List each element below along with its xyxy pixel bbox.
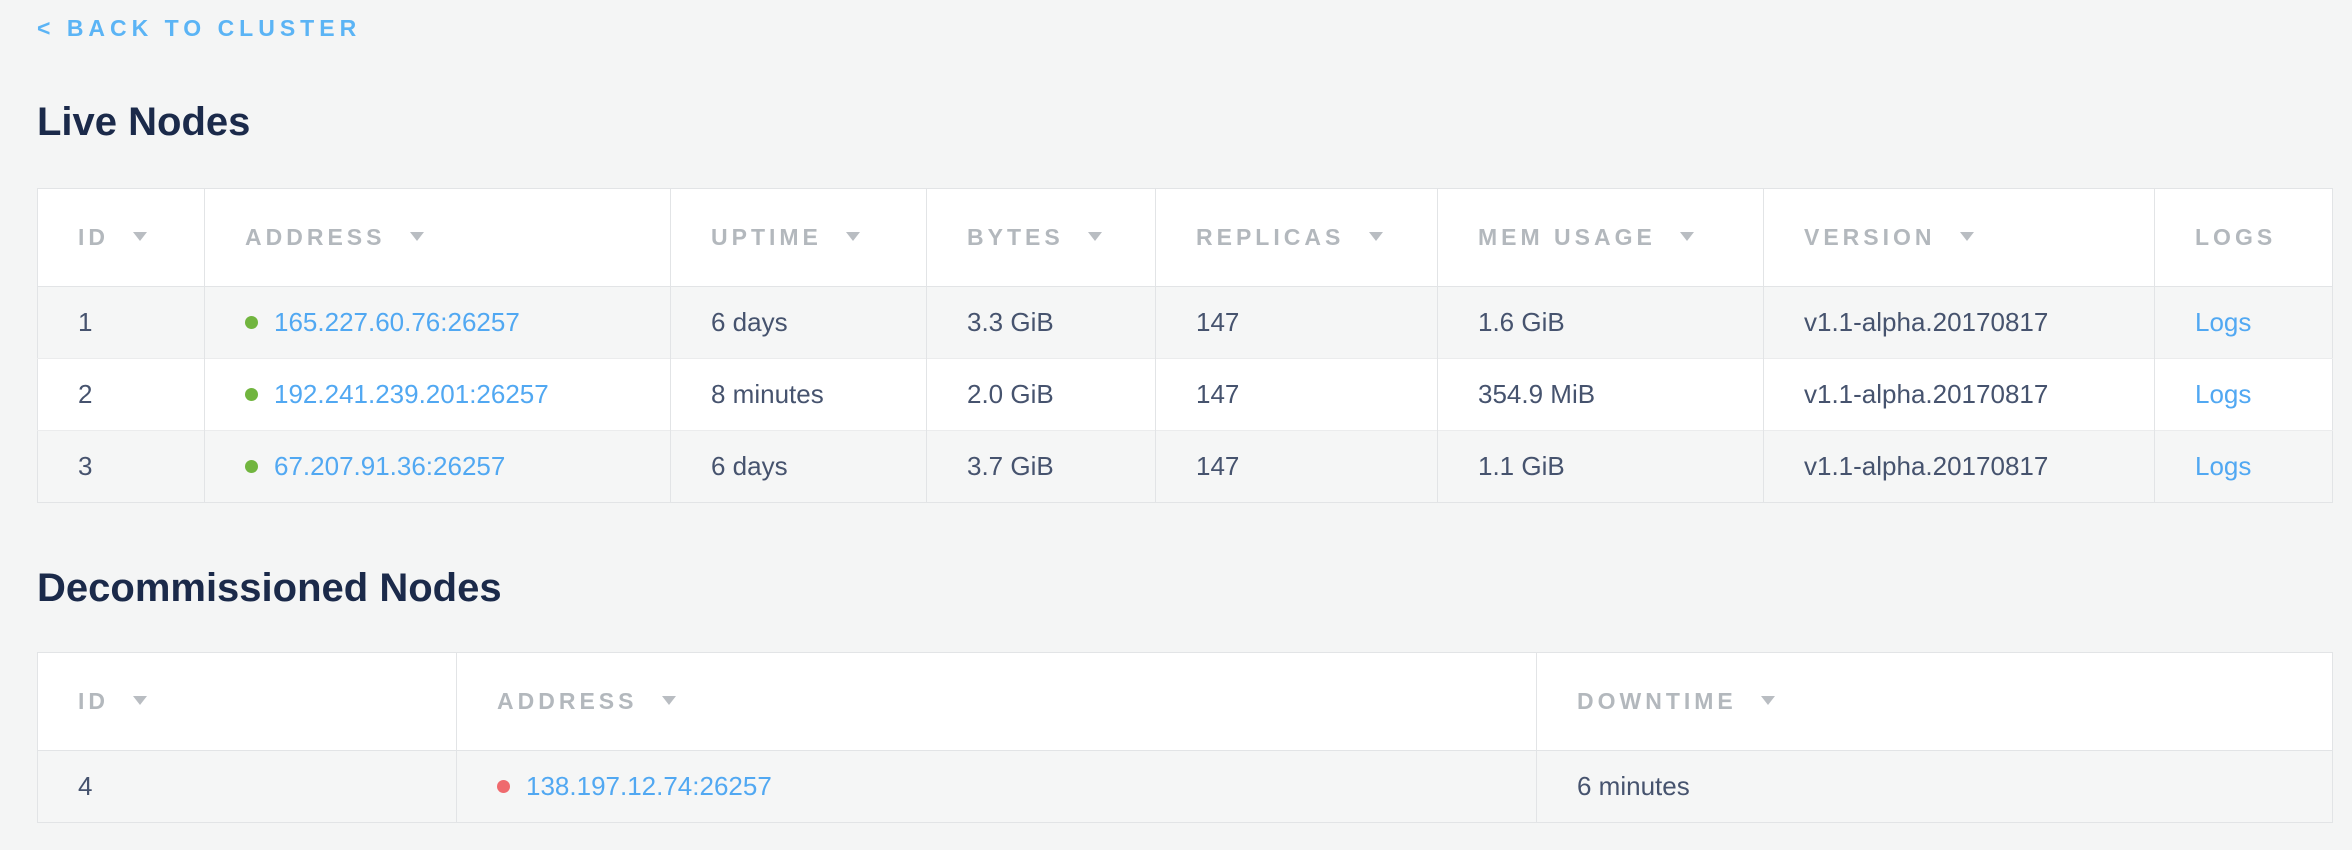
node-id-cell: 3 xyxy=(38,431,205,503)
column-header-id[interactable]: ID xyxy=(38,189,205,287)
live-status-icon xyxy=(245,388,258,401)
column-header-logs: LOGS xyxy=(2155,189,2333,287)
live-status-icon xyxy=(245,316,258,329)
column-header-label: ID xyxy=(78,688,109,714)
column-header-id[interactable]: ID xyxy=(38,653,457,751)
column-header-address[interactable]: ADDRESS xyxy=(205,189,671,287)
column-header-label: UPTIME xyxy=(711,224,822,250)
node-replicas-cell: 147 xyxy=(1156,359,1438,431)
node-version-cell: v1.1-alpha.20170817 xyxy=(1764,359,2155,431)
node-bytes-cell: 3.3 GiB xyxy=(927,287,1156,359)
nodes-page: < BACK TO CLUSTER Live Nodes ID ADDRESS … xyxy=(0,0,2352,823)
node-logs-cell: Logs xyxy=(2155,287,2333,359)
node-mem-usage-cell: 1.1 GiB xyxy=(1438,431,1764,503)
node-version-cell: v1.1-alpha.20170817 xyxy=(1764,287,2155,359)
node-mem-usage-cell: 354.9 MiB xyxy=(1438,359,1764,431)
column-header-label: ADDRESS xyxy=(497,688,637,714)
live-nodes-table: ID ADDRESS UPTIME BYTES REPLICAS xyxy=(37,188,2333,503)
node-address-cell: 165.227.60.76:26257 xyxy=(205,287,671,359)
node-uptime-cell: 8 minutes xyxy=(671,359,927,431)
node-address-link[interactable]: 138.197.12.74:26257 xyxy=(526,771,772,801)
column-header-label: REPLICAS xyxy=(1196,224,1344,250)
node-id-cell: 1 xyxy=(38,287,205,359)
column-header-uptime[interactable]: UPTIME xyxy=(671,189,927,287)
sort-arrow-icon xyxy=(1761,696,1775,705)
sort-arrow-icon xyxy=(1960,232,1974,241)
node-address-link[interactable]: 67.207.91.36:26257 xyxy=(274,451,505,481)
back-to-cluster-link[interactable]: < BACK TO CLUSTER xyxy=(37,14,361,42)
column-header-label: LOGS xyxy=(2195,224,2276,250)
sort-arrow-icon xyxy=(133,696,147,705)
table-row-node-3: 3 67.207.91.36:26257 6 days 3.7 GiB 147 … xyxy=(38,431,2333,503)
sort-arrow-icon xyxy=(1680,232,1694,241)
decommissioned-nodes-table: ID ADDRESS DOWNTIME 4 138.197.12.74:2625… xyxy=(37,652,2333,823)
column-header-downtime[interactable]: DOWNTIME xyxy=(1537,653,2333,751)
node-mem-usage-cell: 1.6 GiB xyxy=(1438,287,1764,359)
node-version-cell: v1.1-alpha.20170817 xyxy=(1764,431,2155,503)
node-id-cell: 4 xyxy=(38,751,457,823)
column-header-label: BYTES xyxy=(967,224,1064,250)
node-logs-link[interactable]: Logs xyxy=(2195,451,2251,481)
live-status-icon xyxy=(245,460,258,473)
table-row-node-1: 1 165.227.60.76:26257 6 days 3.3 GiB 147… xyxy=(38,287,2333,359)
node-address-cell: 67.207.91.36:26257 xyxy=(205,431,671,503)
sort-arrow-icon xyxy=(1088,232,1102,241)
column-header-version[interactable]: VERSION xyxy=(1764,189,2155,287)
node-replicas-cell: 147 xyxy=(1156,287,1438,359)
sort-arrow-icon xyxy=(662,696,676,705)
live-nodes-heading: Live Nodes xyxy=(37,98,2332,146)
column-header-label: VERSION xyxy=(1804,224,1936,250)
sort-arrow-icon xyxy=(846,232,860,241)
node-logs-link[interactable]: Logs xyxy=(2195,307,2251,337)
column-header-mem-usage[interactable]: MEM USAGE xyxy=(1438,189,1764,287)
node-bytes-cell: 3.7 GiB xyxy=(927,431,1156,503)
column-header-replicas[interactable]: REPLICAS xyxy=(1156,189,1438,287)
node-logs-cell: Logs xyxy=(2155,431,2333,503)
column-header-address[interactable]: ADDRESS xyxy=(457,653,1537,751)
sort-arrow-icon xyxy=(410,232,424,241)
node-logs-cell: Logs xyxy=(2155,359,2333,431)
column-header-label: ID xyxy=(78,224,109,250)
table-row-node-4: 4 138.197.12.74:26257 6 minutes xyxy=(38,751,2333,823)
node-replicas-cell: 147 xyxy=(1156,431,1438,503)
table-row-node-2: 2 192.241.239.201:26257 8 minutes 2.0 Gi… xyxy=(38,359,2333,431)
decommissioned-status-icon xyxy=(497,780,510,793)
node-downtime-cell: 6 minutes xyxy=(1537,751,2333,823)
decommissioned-nodes-table-header: ID ADDRESS DOWNTIME xyxy=(38,653,2333,751)
column-header-label: MEM USAGE xyxy=(1478,224,1656,250)
node-bytes-cell: 2.0 GiB xyxy=(927,359,1156,431)
node-address-link[interactable]: 192.241.239.201:26257 xyxy=(274,379,549,409)
node-address-cell: 138.197.12.74:26257 xyxy=(457,751,1537,823)
column-header-label: DOWNTIME xyxy=(1577,688,1737,714)
node-logs-link[interactable]: Logs xyxy=(2195,379,2251,409)
sort-arrow-icon xyxy=(133,232,147,241)
column-header-bytes[interactable]: BYTES xyxy=(927,189,1156,287)
live-nodes-table-header: ID ADDRESS UPTIME BYTES REPLICAS xyxy=(38,189,2333,287)
node-uptime-cell: 6 days xyxy=(671,431,927,503)
node-id-cell: 2 xyxy=(38,359,205,431)
node-uptime-cell: 6 days xyxy=(671,287,927,359)
decommissioned-nodes-heading: Decommissioned Nodes xyxy=(37,564,2332,612)
node-address-cell: 192.241.239.201:26257 xyxy=(205,359,671,431)
sort-arrow-icon xyxy=(1369,232,1383,241)
node-address-link[interactable]: 165.227.60.76:26257 xyxy=(274,307,520,337)
column-header-label: ADDRESS xyxy=(245,224,385,250)
